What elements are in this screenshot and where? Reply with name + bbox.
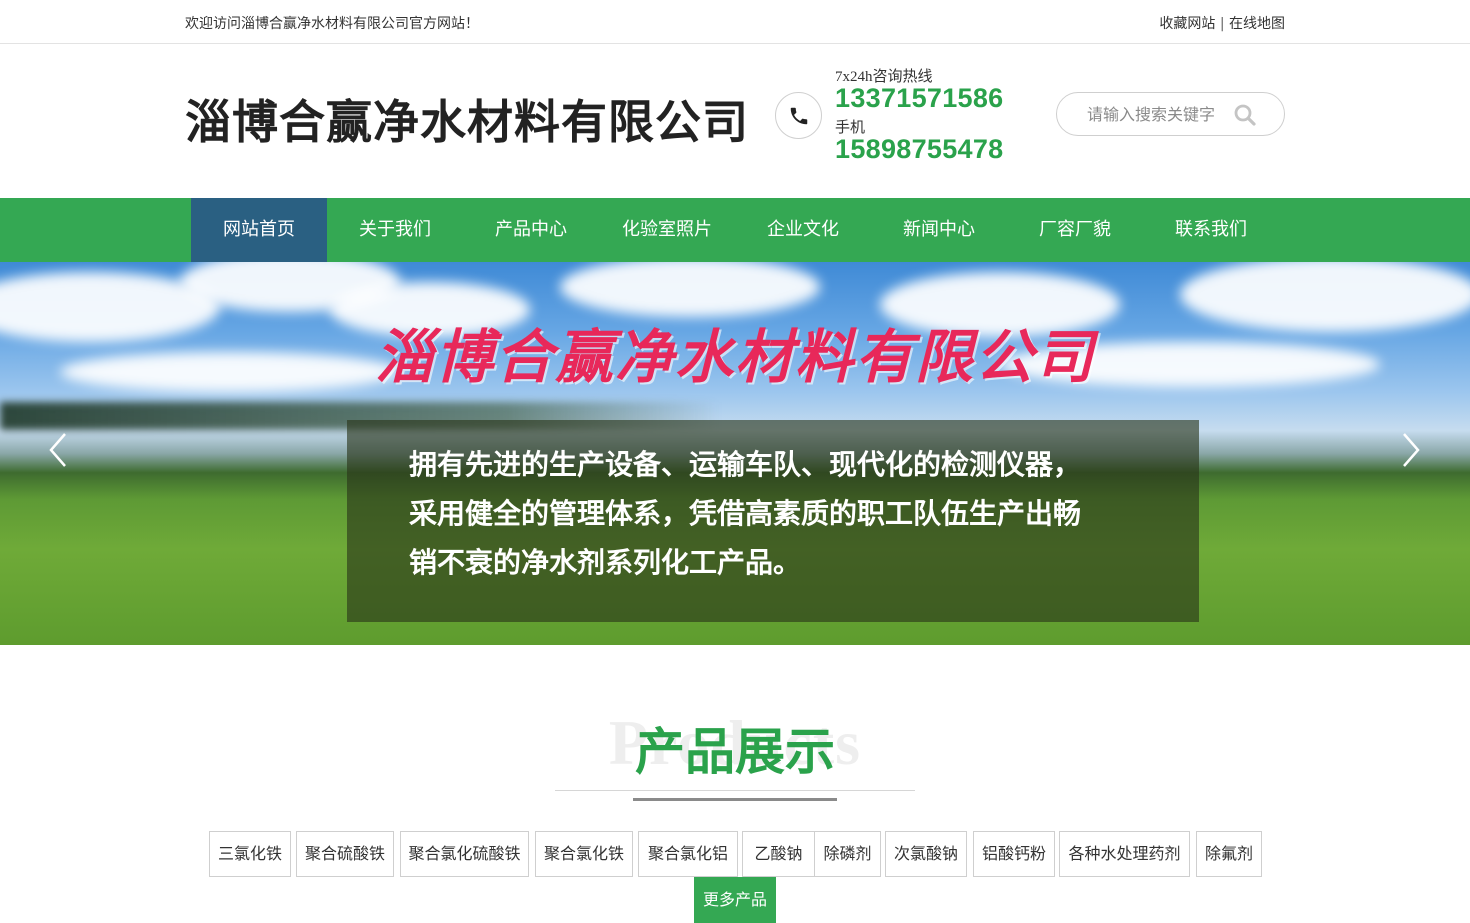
product-category-tag[interactable]: 聚合硫酸铁 — [296, 831, 394, 877]
site-header: 淄博合赢净水材料有限公司 7x24h咨询热线 13371571586 手机 15… — [0, 44, 1470, 198]
title-divider — [555, 790, 915, 791]
nav-item[interactable]: 产品中心 — [463, 198, 599, 262]
chevron-left-icon[interactable] — [45, 432, 73, 468]
sitemap-link[interactable]: 在线地图 — [1229, 16, 1285, 32]
caption-line: 采用健全的管理体系，凭借高素质的职工队伍生产出畅 — [409, 497, 1082, 530]
company-logo-text[interactable]: 淄博合赢净水材料有限公司 — [185, 86, 749, 152]
section-title: 产品展示 — [635, 723, 835, 781]
nav-item[interactable]: 新闻中心 — [871, 198, 1007, 262]
nav-item[interactable]: 网站首页 — [191, 198, 327, 262]
bookmark-link[interactable]: 收藏网站 — [1159, 16, 1215, 32]
top-links: 收藏网站 | 在线地图 — [1159, 13, 1285, 33]
title-underline — [633, 798, 837, 801]
product-category-tag[interactable]: 除氟剂 — [1196, 831, 1262, 877]
search-icon[interactable] — [1233, 103, 1257, 127]
search-box — [1056, 92, 1285, 136]
nav-item[interactable]: 企业文化 — [735, 198, 871, 262]
mobile-number: 15898755478 — [835, 134, 1004, 164]
product-category-tag[interactable]: 聚合氯化硫酸铁 — [400, 831, 529, 877]
nav-list: 网站首页 关于我们 产品中心 化验室照片 企业文化 新闻中心 厂容厂貌 联系我们 — [191, 198, 1279, 262]
product-category-tag[interactable]: 各种水处理药剂 — [1059, 831, 1190, 877]
welcome-text: 欢迎访问淄博合赢净水材料有限公司官方网站！ — [185, 16, 479, 32]
product-category-tag[interactable]: 聚合氯化铁 — [535, 831, 633, 877]
product-category-tag[interactable]: 乙酸钠 — [742, 831, 815, 877]
main-nav: 网站首页 关于我们 产品中心 化验室照片 企业文化 新闻中心 厂容厂貌 联系我们 — [0, 198, 1470, 262]
search-input[interactable] — [1087, 102, 1237, 126]
nav-item[interactable]: 联系我们 — [1143, 198, 1279, 262]
caption-line: 拥有先进的生产设备、运输车队、现代化的检测仪器， — [409, 448, 1082, 481]
products-heading: Products 产品展示 — [0, 700, 1470, 790]
nav-item[interactable]: 关于我们 — [327, 198, 463, 262]
product-category-tag[interactable]: 除磷剂 — [814, 831, 881, 877]
hotline-number: 13371571586 — [835, 83, 1004, 113]
banner-title: 淄博合赢净水材料有限公司 — [374, 323, 1095, 391]
link-separator: | — [1219, 16, 1225, 32]
cloud-decoration — [560, 262, 820, 317]
more-products-button[interactable]: 更多产品 — [694, 877, 776, 923]
product-category-tag[interactable]: 聚合氯化铝 — [638, 831, 738, 877]
nav-item[interactable]: 厂容厂貌 — [1007, 198, 1143, 262]
chevron-right-icon[interactable] — [1396, 432, 1424, 468]
phone-icon — [775, 92, 822, 139]
caption-line: 销不衰的净水剂系列化工产品。 — [409, 546, 802, 579]
product-category-tag[interactable]: 三氯化铁 — [209, 831, 291, 877]
product-category-tag[interactable]: 次氯酸钠 — [885, 831, 967, 877]
product-category-tag[interactable]: 铝酸钙粉 — [973, 831, 1055, 877]
nav-item[interactable]: 化验室照片 — [599, 198, 735, 262]
top-bar: 欢迎访问淄博合赢净水材料有限公司官方网站！ 收藏网站 | 在线地图 — [0, 0, 1470, 44]
banner-caption: 拥有先进的生产设备、运输车队、现代化的检测仪器， 采用健全的管理体系，凭借高素质… — [347, 420, 1199, 622]
hero-banner: 淄博合赢净水材料有限公司 拥有先进的生产设备、运输车队、现代化的检测仪器， 采用… — [0, 262, 1470, 645]
